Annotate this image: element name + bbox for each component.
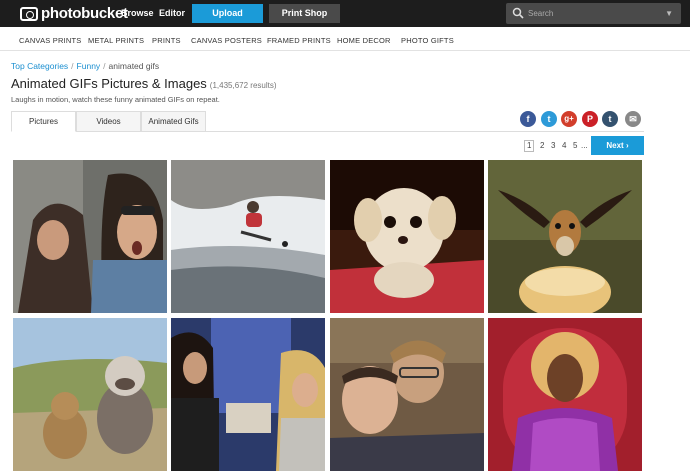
search-icon[interactable]	[512, 7, 524, 19]
tumblr-icon[interactable]: t	[602, 111, 618, 127]
page-2[interactable]: 2	[540, 141, 544, 150]
breadcrumb-funny[interactable]: Funny	[77, 61, 101, 71]
gif-thumbnail-tv-hosts[interactable]	[171, 318, 325, 471]
gif-thumbnail-drag-queen[interactable]	[488, 318, 642, 471]
upload-button[interactable]: Upload	[192, 4, 263, 23]
facebook-icon[interactable]: f	[520, 111, 536, 127]
email-icon[interactable]: ✉	[625, 111, 641, 127]
gif-thumbnail-surprised-woman[interactable]	[13, 160, 167, 313]
result-count: (1,435,672 results)	[209, 81, 277, 90]
page-title-row: Animated GIFs Pictures & Images (1,435,67…	[11, 76, 277, 91]
print-shop-button[interactable]: Print Shop	[269, 4, 340, 23]
page-3[interactable]: 3	[551, 141, 555, 150]
tab-videos[interactable]: Videos	[76, 111, 141, 132]
category-home-decor[interactable]: HOME DECOR	[337, 36, 391, 45]
gif-thumbnail-antelope-popcorn[interactable]	[488, 160, 642, 313]
twitter-icon[interactable]: t	[541, 111, 557, 127]
chevron-down-icon[interactable]: ▼	[665, 9, 673, 18]
breadcrumb: Top Categories / Funny / animated gifs	[11, 61, 160, 71]
antelope-popcorn-image	[488, 160, 642, 313]
google-plus-icon[interactable]: g+	[561, 111, 577, 127]
gif-thumbnail-two-men[interactable]	[330, 318, 484, 471]
breadcrumb-top-categories[interactable]: Top Categories	[11, 61, 68, 71]
category-photo-gifts[interactable]: PHOTO GIFTS	[401, 36, 454, 45]
top-bar: photobucket Browse Editor Upload Print S…	[0, 0, 690, 27]
category-canvas-prints[interactable]: CANVAS PRINTS	[19, 36, 81, 45]
category-canvas-posters[interactable]: CANVAS POSTERS	[191, 36, 262, 45]
page-1[interactable]: 1	[524, 140, 535, 152]
next-page-button[interactable]: Next ›	[591, 136, 644, 155]
category-metal-prints[interactable]: METAL PRINTS	[88, 36, 144, 45]
puppy-image	[330, 160, 484, 313]
pinterest-icon[interactable]: P	[582, 111, 598, 127]
camera-icon	[20, 6, 38, 21]
page-title: Animated GIFs Pictures & Images	[11, 76, 207, 91]
category-prints[interactable]: PRINTS	[152, 36, 181, 45]
search-input[interactable]	[528, 6, 658, 21]
page-5[interactable]: 5	[573, 141, 577, 150]
search-box: ▼	[506, 3, 681, 24]
bulldogs-image	[13, 318, 167, 471]
tab-pictures[interactable]: Pictures	[11, 111, 76, 132]
category-nav: CANVAS PRINTS METAL PRINTS PRINTS CANVAS…	[0, 27, 690, 51]
tv-hosts-image	[171, 318, 325, 471]
photobucket-logo[interactable]: photobucket	[20, 5, 128, 22]
gif-thumbnail-snow-sled[interactable]	[171, 160, 325, 313]
nav-editor[interactable]: Editor	[159, 8, 185, 18]
page-subtitle: Laughs in motion, watch these funny anim…	[11, 95, 220, 104]
drag-queen-image	[488, 318, 642, 471]
logo-text: photobucket	[41, 5, 128, 22]
surprised-woman-image	[13, 160, 167, 313]
category-framed-prints[interactable]: FRAMED PRINTS	[267, 36, 331, 45]
nav-browse[interactable]: Browse	[121, 8, 154, 18]
tab-animated-gifs[interactable]: Animated Gifs	[141, 111, 206, 132]
two-men-image	[330, 318, 484, 471]
breadcrumb-current: animated gifs	[108, 61, 160, 71]
page-ellipsis: ...	[581, 141, 588, 150]
snow-sled-image	[171, 160, 325, 313]
page-4[interactable]: 4	[562, 141, 566, 150]
gif-thumbnail-puppy[interactable]	[330, 160, 484, 313]
gif-thumbnail-bulldogs[interactable]	[13, 318, 167, 471]
